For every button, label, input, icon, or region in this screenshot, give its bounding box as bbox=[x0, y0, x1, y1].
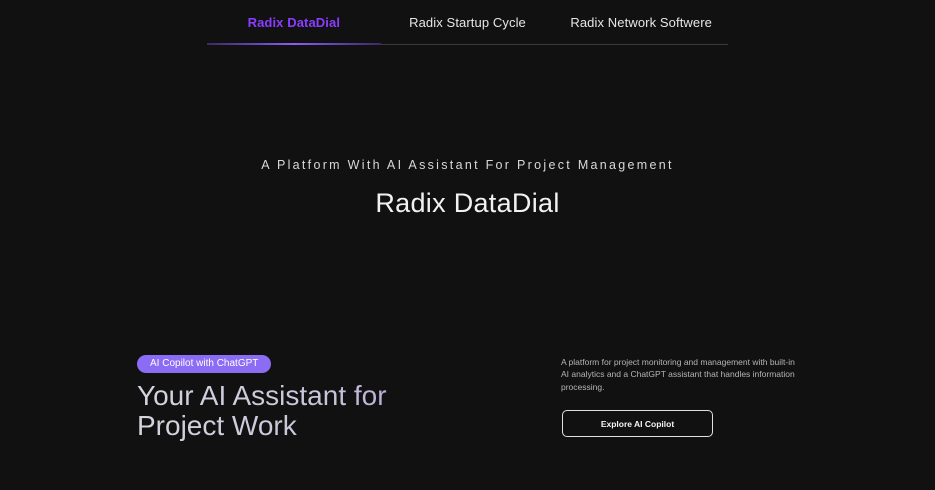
feature-headline: Your AI Assistant for Project Work bbox=[137, 381, 457, 441]
explore-ai-copilot-button[interactable]: Explore AI Copilot bbox=[562, 410, 713, 437]
tab-label: Radix DataDial bbox=[247, 14, 341, 30]
headline-line-2: Project Work bbox=[137, 410, 297, 441]
feature-badge: AI Copilot with ChatGPT bbox=[137, 355, 272, 373]
page: Radix DataDial Radix Startup Cycle Radix… bbox=[0, 0, 935, 490]
tab-radix-startup-cycle[interactable]: Radix Startup Cycle bbox=[381, 0, 555, 44]
hero-title: Radix DataDial bbox=[375, 188, 560, 218]
tab-radix-datadial[interactable]: Radix DataDial bbox=[207, 0, 381, 45]
feature-description: A platform for project monitoring and ma… bbox=[561, 357, 795, 392]
tab-label: Radix Startup Cycle bbox=[409, 14, 526, 30]
tab-radix-network-softwere[interactable]: Radix Network Softwere bbox=[554, 0, 728, 44]
tab-label: Radix Network Softwere bbox=[570, 14, 712, 30]
headline-line-1: Your AI Assistant for bbox=[137, 380, 387, 411]
hero-eyebrow: A Platform With AI Assistant For Project… bbox=[261, 158, 674, 172]
product-tabs: Radix DataDial Radix Startup Cycle Radix… bbox=[207, 0, 728, 45]
